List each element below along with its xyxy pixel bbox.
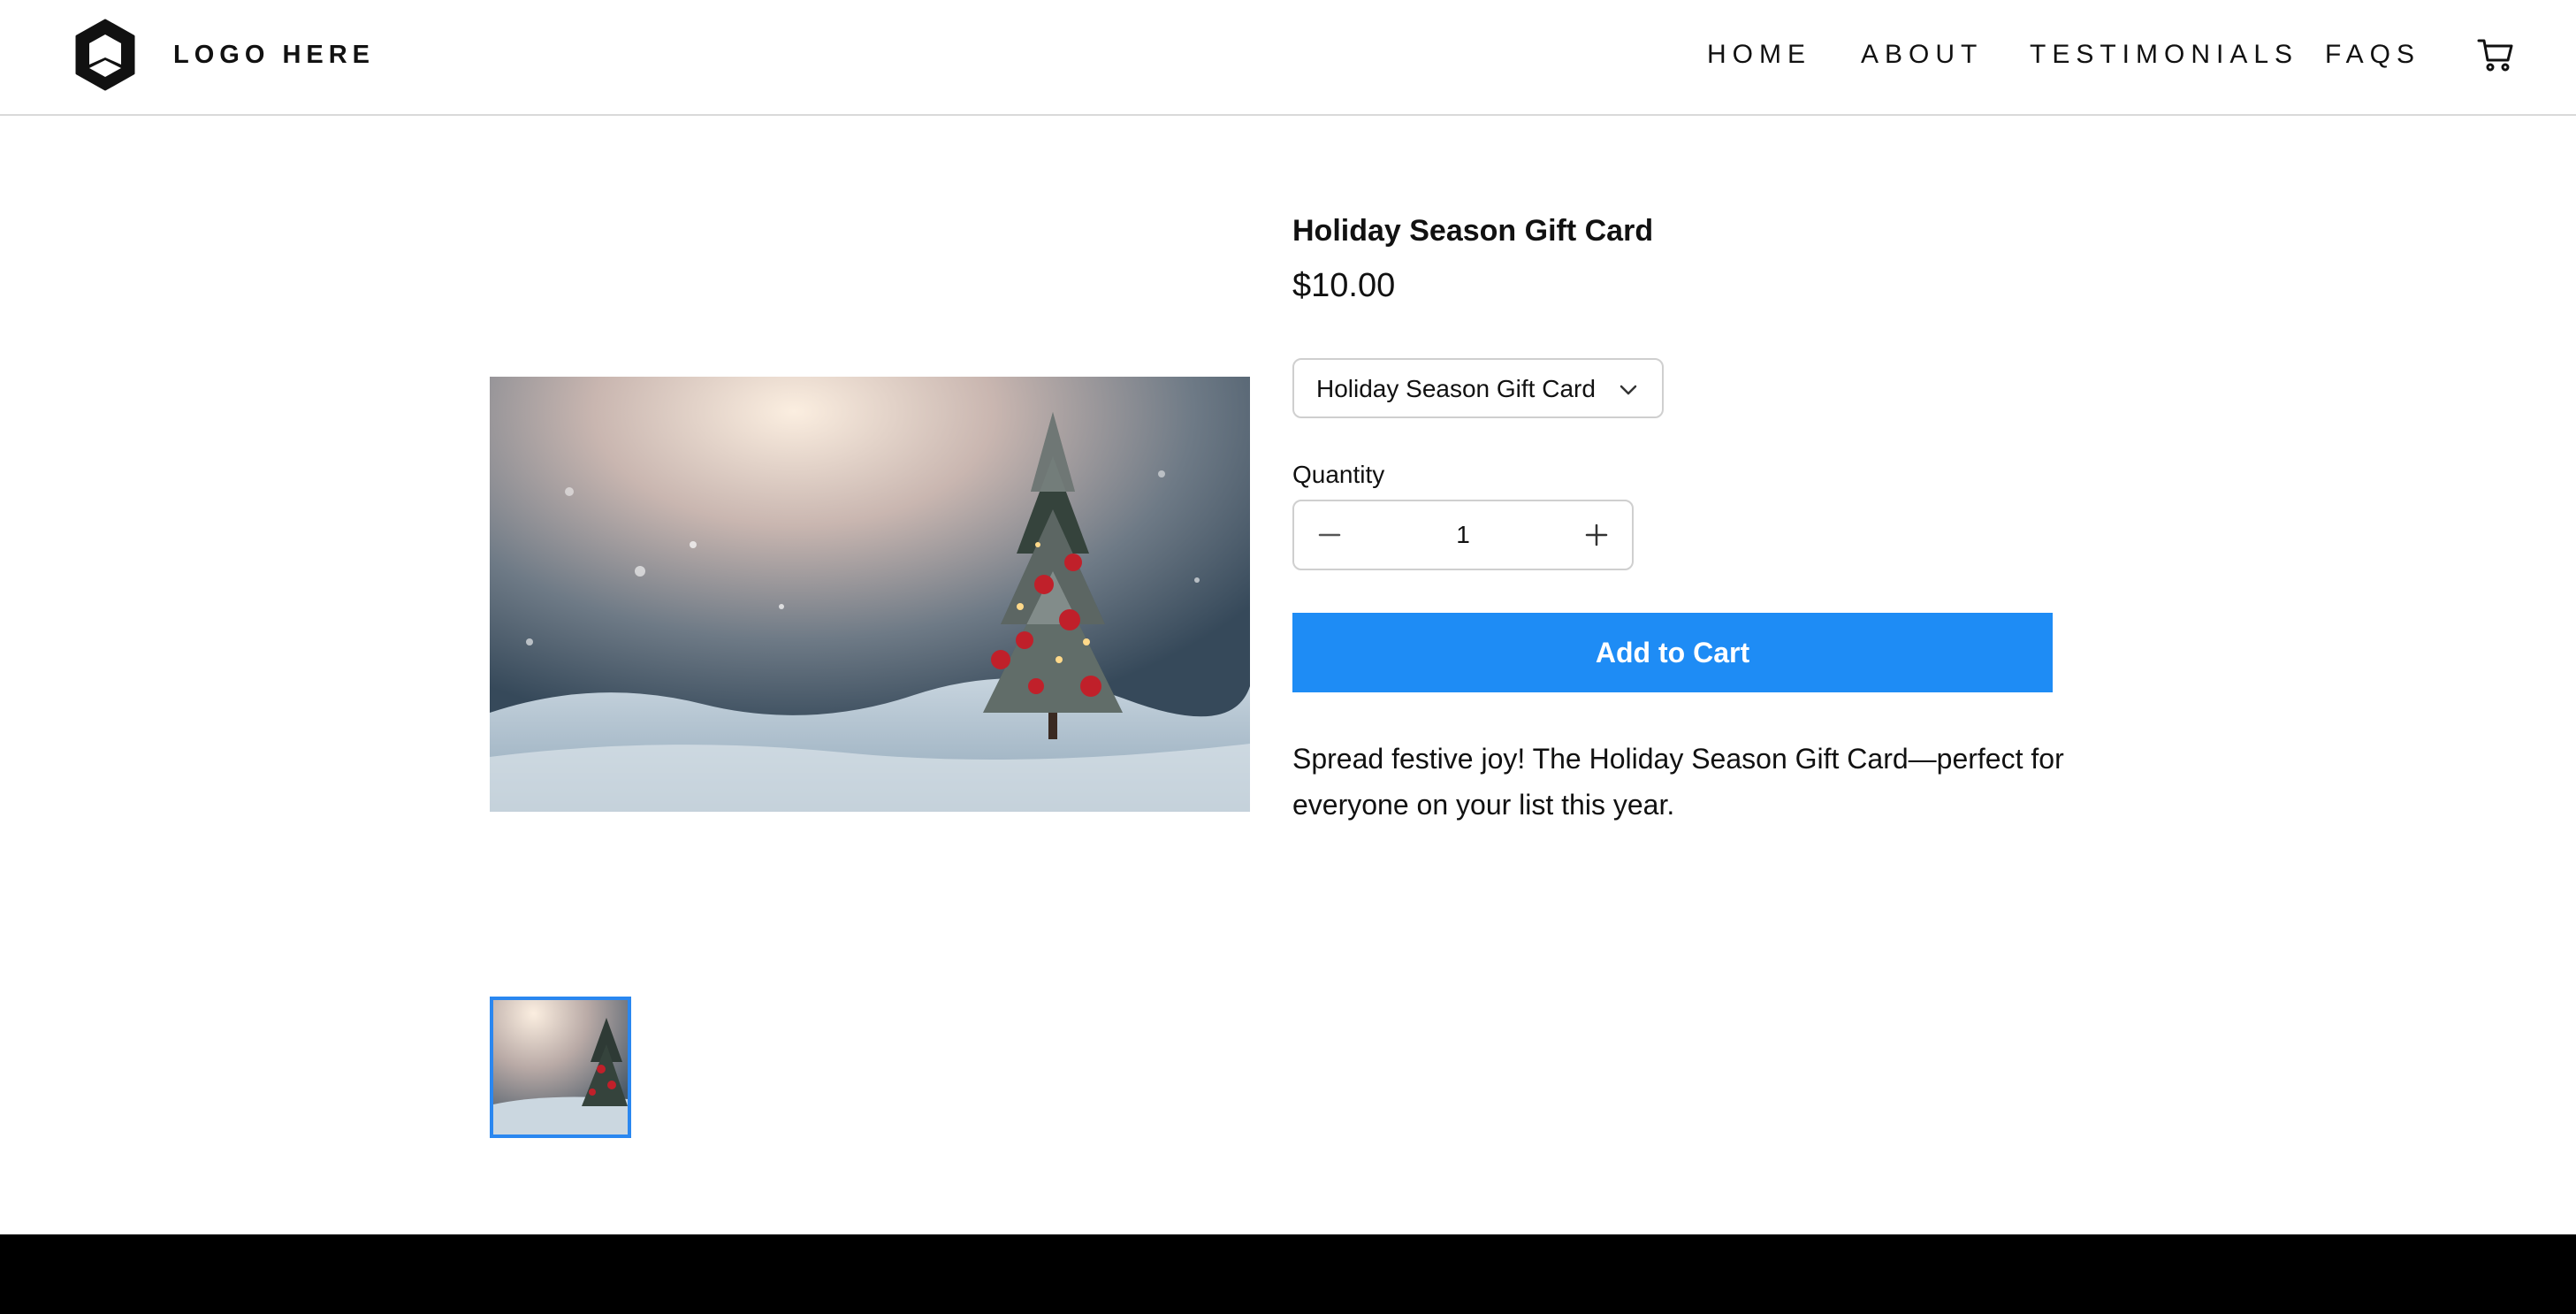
logo-icon[interactable] — [73, 19, 137, 91]
product-thumbnail[interactable] — [490, 997, 631, 1138]
christmas-tree-photo — [490, 377, 1250, 812]
nav-home[interactable]: HOME — [1707, 39, 1811, 71]
nav-faqs[interactable]: FAQS — [2325, 39, 2420, 71]
site-header: LOGO HERE HOME ABOUT TESTIMONIALS FAQS — [0, 0, 2576, 116]
nav-testimonials[interactable]: TESTIMONIALS — [2030, 39, 2298, 71]
chevron-down-icon — [1620, 385, 1637, 395]
quantity-stepper — [1292, 500, 1634, 570]
quantity-increment-button[interactable] — [1561, 501, 1632, 569]
product-title: Holiday Season Gift Card — [1292, 214, 1654, 248]
nav-about[interactable]: ABOUT — [1861, 39, 1983, 71]
product-description: Spread festive joy! The Holiday Season G… — [1292, 743, 2064, 821]
add-to-cart-button[interactable]: Add to Cart — [1292, 613, 2053, 692]
quantity-decrement-button[interactable] — [1294, 501, 1365, 569]
christmas-tree-thumbnail — [493, 1000, 628, 1134]
logo-text[interactable]: LOGO HERE — [173, 39, 375, 71]
product-price: $10.00 — [1292, 267, 1396, 304]
variant-select[interactable]: Holiday Season Gift Card — [1292, 358, 1664, 418]
footer-bar — [0, 1234, 2576, 1314]
plus-icon — [1585, 523, 1608, 546]
product-main-image[interactable] — [490, 377, 1250, 812]
minus-icon — [1318, 533, 1341, 537]
quantity-input[interactable] — [1365, 501, 1561, 569]
quantity-label: Quantity — [1292, 461, 1385, 488]
cart-icon[interactable] — [2476, 35, 2515, 74]
variant-select-value: Holiday Season Gift Card — [1316, 375, 1596, 402]
